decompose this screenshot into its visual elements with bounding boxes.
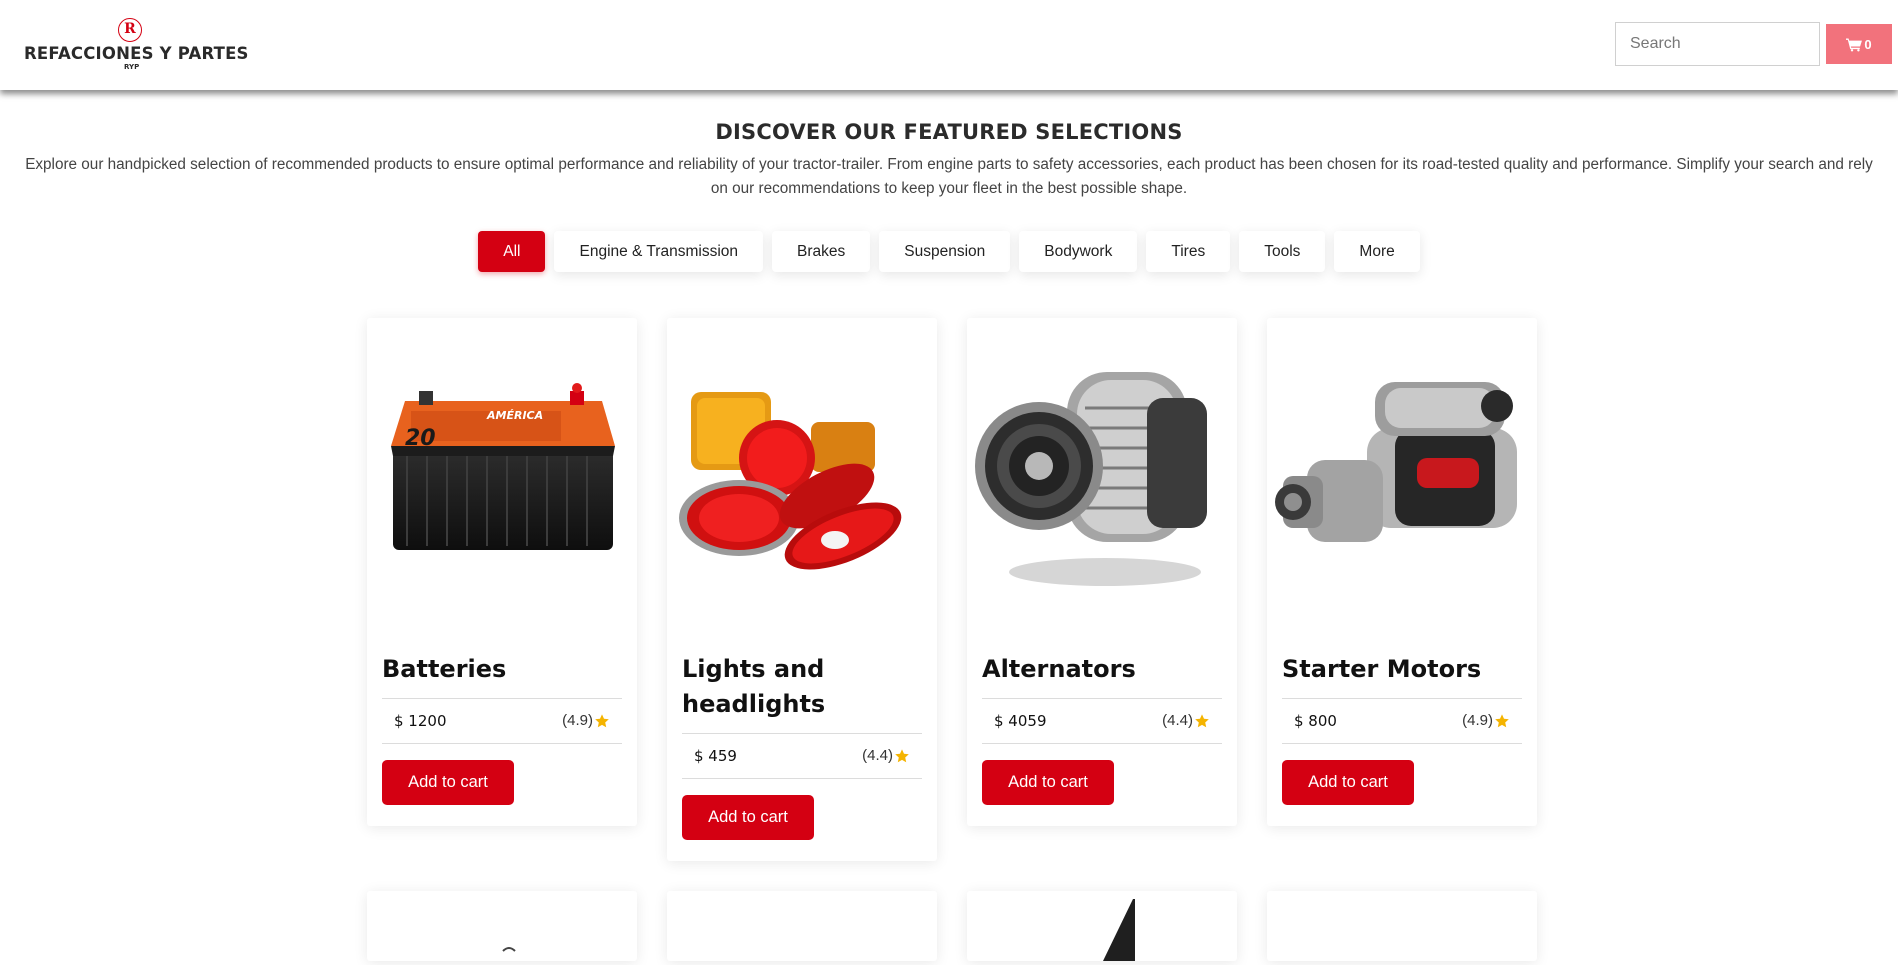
add-to-cart-button[interactable]: Add to cart [382,760,514,805]
price-row: $ 1200 (4.9) [382,698,622,744]
product-card-partial [1267,891,1537,961]
filter-more[interactable]: More [1334,231,1420,272]
product-card-partial [367,891,637,961]
add-to-cart-button[interactable]: Add to cart [682,795,814,840]
filter-tools[interactable]: Tools [1239,231,1326,272]
site-header: R REFACCIONES Y PARTES RYP 0 [0,0,1898,90]
rating-value: (4.4) [1162,712,1193,729]
starter-motor-image [1275,382,1517,542]
car-battery-image: 20 AMÉRICA [391,383,615,550]
section-title: DISCOVER OUR FEATURED SELECTIONS [715,120,1183,144]
logo-mark: R [118,18,142,42]
site-logo[interactable]: R REFACCIONES Y PARTES RYP [24,16,249,74]
star-icon [1495,713,1509,727]
product-card: Starter Motors $ 800 (4.9) Add to cart [1267,318,1537,826]
product-card: Alternators $ 4059 (4.4) Add to cart [967,318,1237,826]
product-card: 20 AMÉRICA Batteries $ 1200 (4.9) Add to… [367,318,637,826]
product-price: $ 459 [694,747,737,765]
rating-value: (4.9) [562,712,593,729]
product-price: $ 800 [1294,712,1337,730]
product-rating: (4.9) [562,712,610,729]
product-rating: (4.4) [862,747,910,764]
product-name: Alternators [982,655,1136,683]
product-card: Lights and headlights $ 459 (4.4) Add to… [667,318,937,861]
filter-engine-transmission[interactable]: Engine & Transmission [554,231,764,272]
filter-tires[interactable]: Tires [1146,231,1231,272]
rating-value: (4.4) [862,747,893,764]
cart-button[interactable]: 0 [1826,24,1892,64]
product-name: Lights and headlights [682,655,826,718]
add-to-cart-button[interactable]: Add to cart [982,760,1114,805]
svg-text:20: 20 [405,426,436,451]
product-card-partial [967,891,1237,961]
filter-all[interactable]: All [478,231,546,272]
price-row: $ 4059 (4.4) [982,698,1222,744]
product-image-partial [1103,899,1135,961]
add-to-cart-button[interactable]: Add to cart [1282,760,1414,805]
star-icon [1195,713,1209,727]
product-price: $ 4059 [994,712,1047,730]
filter-brakes[interactable]: Brakes [772,231,871,272]
search-input[interactable] [1615,22,1820,66]
truck-lights-image [679,392,902,570]
svg-text:AMÉRICA: AMÉRICA [486,409,543,422]
logo-subtext: RYP [124,63,140,71]
product-rating: (4.4) [1162,712,1210,729]
product-name: Starter Motors [1282,655,1482,683]
filter-suspension[interactable]: Suspension [879,231,1011,272]
product-card-partial [667,891,937,961]
price-row: $ 800 (4.9) [1282,698,1522,744]
logo-text: REFACCIONES Y PARTES [24,44,249,63]
rating-value: (4.9) [1462,712,1493,729]
shopping-cart-icon [1846,37,1863,52]
product-image-partial [502,947,516,952]
product-price: $ 1200 [394,712,447,730]
category-filters: All Engine & Transmission Brakes Suspens… [0,231,1898,272]
price-row: $ 459 (4.4) [682,733,922,779]
star-icon [595,713,609,727]
alternator-image [975,372,1207,586]
product-rating: (4.9) [1462,712,1510,729]
section-description: Explore our handpicked selection of reco… [25,156,1873,197]
product-name: Batteries [382,655,507,683]
star-icon [895,748,909,762]
filter-bodywork[interactable]: Bodywork [1019,231,1138,272]
cart-count: 0 [1864,36,1872,52]
